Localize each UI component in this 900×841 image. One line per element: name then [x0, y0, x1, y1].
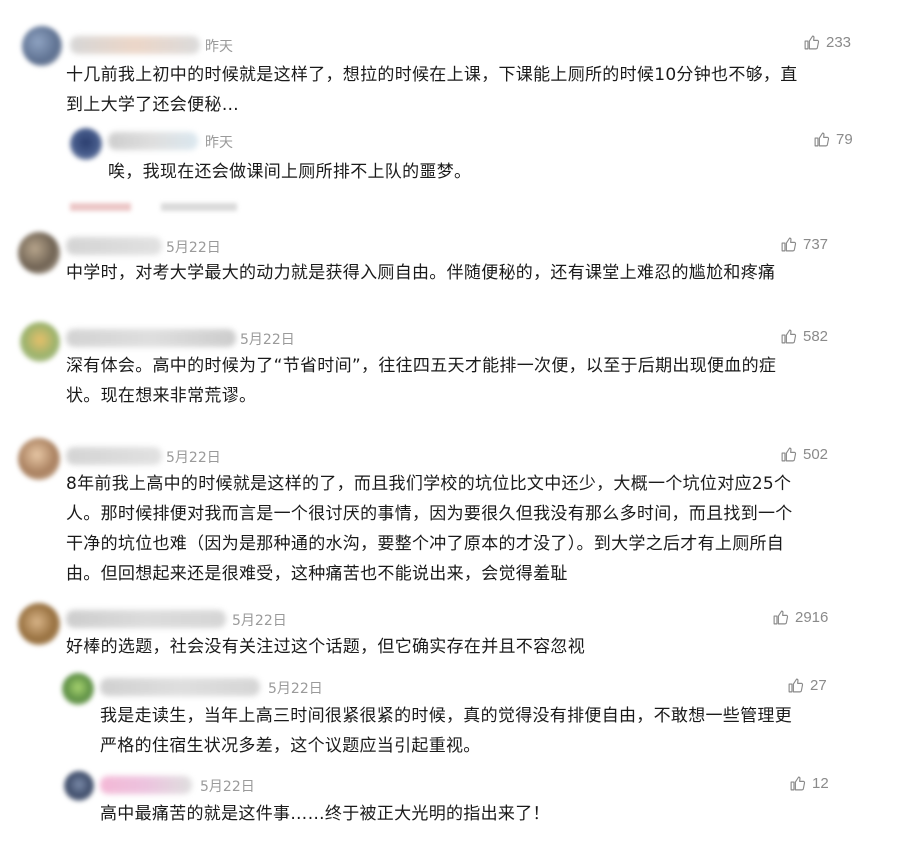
comment-text: 中学时，对考大学最大的动力就是获得入厕自由。伴随便秘的，还有课堂上难忍的尴尬和疼… — [66, 258, 775, 288]
like-button[interactable]: 2916 — [772, 609, 828, 626]
thumbs-up-icon — [780, 328, 797, 345]
avatar[interactable] — [18, 438, 60, 480]
comment-date: 5月22日 — [232, 613, 287, 629]
reply-avatar[interactable] — [62, 673, 94, 705]
username[interactable] — [66, 237, 162, 255]
reply-avatar[interactable] — [64, 771, 94, 801]
like-count: 582 — [803, 328, 829, 345]
comment-text-line: 人。那时候排便对我而言是一个很讨厌的事情，因为要很久但我没有那么多时间，而且找到… — [66, 504, 793, 524]
like-button[interactable]: 582 — [780, 328, 828, 345]
reply-username[interactable] — [100, 776, 192, 794]
avatar[interactable] — [18, 232, 60, 274]
comment-text-line: 十几前我上初中的时候就是这样了，想拉的时候在上课，下课能上厕所的时候10分钟也不… — [66, 65, 798, 85]
comment-text-line: 由。但回想起来还是很难受，这种痛苦也不能说出来，会觉得羞耻 — [66, 564, 568, 584]
like-button[interactable]: 502 — [780, 446, 828, 463]
comment-date: 5月22日 — [240, 332, 295, 348]
like-count: 233 — [826, 34, 852, 51]
comment-text-line: 到上大学了还会便秘… — [66, 95, 239, 115]
comment-text-line: 深有体会。高中的时候为了“节省时间”，往往四五天才能排一次便，以至于后期出现便血… — [66, 356, 777, 376]
cropped-row — [70, 203, 830, 211]
comment-text: 十几前我上初中的时候就是这样了，想拉的时候在上课，下课能上厕所的时候10分钟也不… — [66, 60, 798, 120]
reply-date: 昨天 — [205, 135, 233, 151]
comment-text: 8年前我上高中的时候就是这样的了，而且我们学校的坑位比文中还少，大概一个坑位对应… — [66, 469, 793, 589]
thumbs-up-icon — [803, 34, 820, 51]
comment-text-line: 好棒的选题，社会没有关注过这个话题，但它确实存在并且不容忽视 — [66, 637, 585, 657]
reply-text: 我是走读生，当年上高三时间很紧很紧的时候，真的觉得没有排便自由，不敢想一些管理更… — [100, 701, 792, 761]
thumbs-up-icon — [780, 236, 797, 253]
username[interactable] — [70, 36, 200, 54]
reply-like-button[interactable]: 79 — [813, 131, 853, 148]
comment-text-line: 状。现在想来非常荒谬。 — [66, 386, 257, 406]
reply-like-button[interactable]: 12 — [789, 775, 829, 792]
username[interactable] — [66, 329, 236, 347]
like-count: 79 — [836, 131, 853, 148]
thumbs-up-icon — [789, 775, 806, 792]
comment-text: 深有体会。高中的时候为了“节省时间”，往往四五天才能排一次便，以至于后期出现便血… — [66, 351, 776, 411]
comment-text-line: 干净的坑位也难（因为是那种通的水沟，要整个冲了原本的才没了）。到大学之后才有上厕… — [66, 534, 785, 554]
reply-text-line: 高中最痛苦的就是这件事……终于被正大光明的指出来了！ — [100, 804, 550, 824]
comment-text-line: 中学时，对考大学最大的动力就是获得入厕自由。伴随便秘的，还有课堂上难忍的尴尬和疼… — [66, 263, 776, 283]
like-count: 12 — [812, 775, 829, 792]
like-count: 737 — [803, 236, 829, 253]
reply-like-button[interactable]: 27 — [787, 677, 827, 694]
thumbs-up-icon — [787, 677, 804, 694]
thumbs-up-icon — [772, 609, 789, 626]
like-button[interactable]: 233 — [803, 34, 851, 51]
username[interactable] — [66, 610, 226, 628]
reply-text: 高中最痛苦的就是这件事……终于被正大光明的指出来了！ — [100, 799, 550, 829]
reply-text-line: 严格的住宿生状况多差，这个议题应当引起重视。 — [100, 736, 481, 756]
thumbs-up-icon — [813, 131, 830, 148]
thumbs-up-icon — [780, 446, 797, 463]
reply-text-line: 我是走读生，当年上高三时间很紧很紧的时候，真的觉得没有排便自由，不敢想一些管理更 — [100, 706, 792, 726]
comment-text-line: 8年前我上高中的时候就是这样的了，而且我们学校的坑位比文中还少，大概一个坑位对应… — [66, 474, 792, 494]
like-count: 2916 — [795, 609, 829, 626]
comment-date: 5月22日 — [166, 240, 221, 256]
like-count: 502 — [803, 446, 829, 463]
comment-text: 好棒的选题，社会没有关注过这个话题，但它确实存在并且不容忽视 — [66, 632, 585, 662]
reply-username[interactable] — [108, 132, 198, 150]
avatar[interactable] — [20, 322, 60, 362]
reply-avatar[interactable] — [70, 128, 102, 160]
reply-text: 唉，我现在还会做课间上厕所排不上队的噩梦。 — [108, 157, 471, 187]
reply-text-line: 唉，我现在还会做课间上厕所排不上队的噩梦。 — [108, 162, 472, 182]
reply-username[interactable] — [100, 678, 260, 696]
avatar[interactable] — [22, 26, 62, 66]
reply-date: 5月22日 — [200, 779, 255, 795]
comment-date: 昨天 — [205, 39, 233, 55]
comment-date: 5月22日 — [166, 450, 221, 466]
like-button[interactable]: 737 — [780, 236, 828, 253]
like-count: 27 — [810, 677, 827, 694]
username[interactable] — [66, 447, 162, 465]
reply-date: 5月22日 — [268, 681, 323, 697]
avatar[interactable] — [18, 603, 60, 645]
